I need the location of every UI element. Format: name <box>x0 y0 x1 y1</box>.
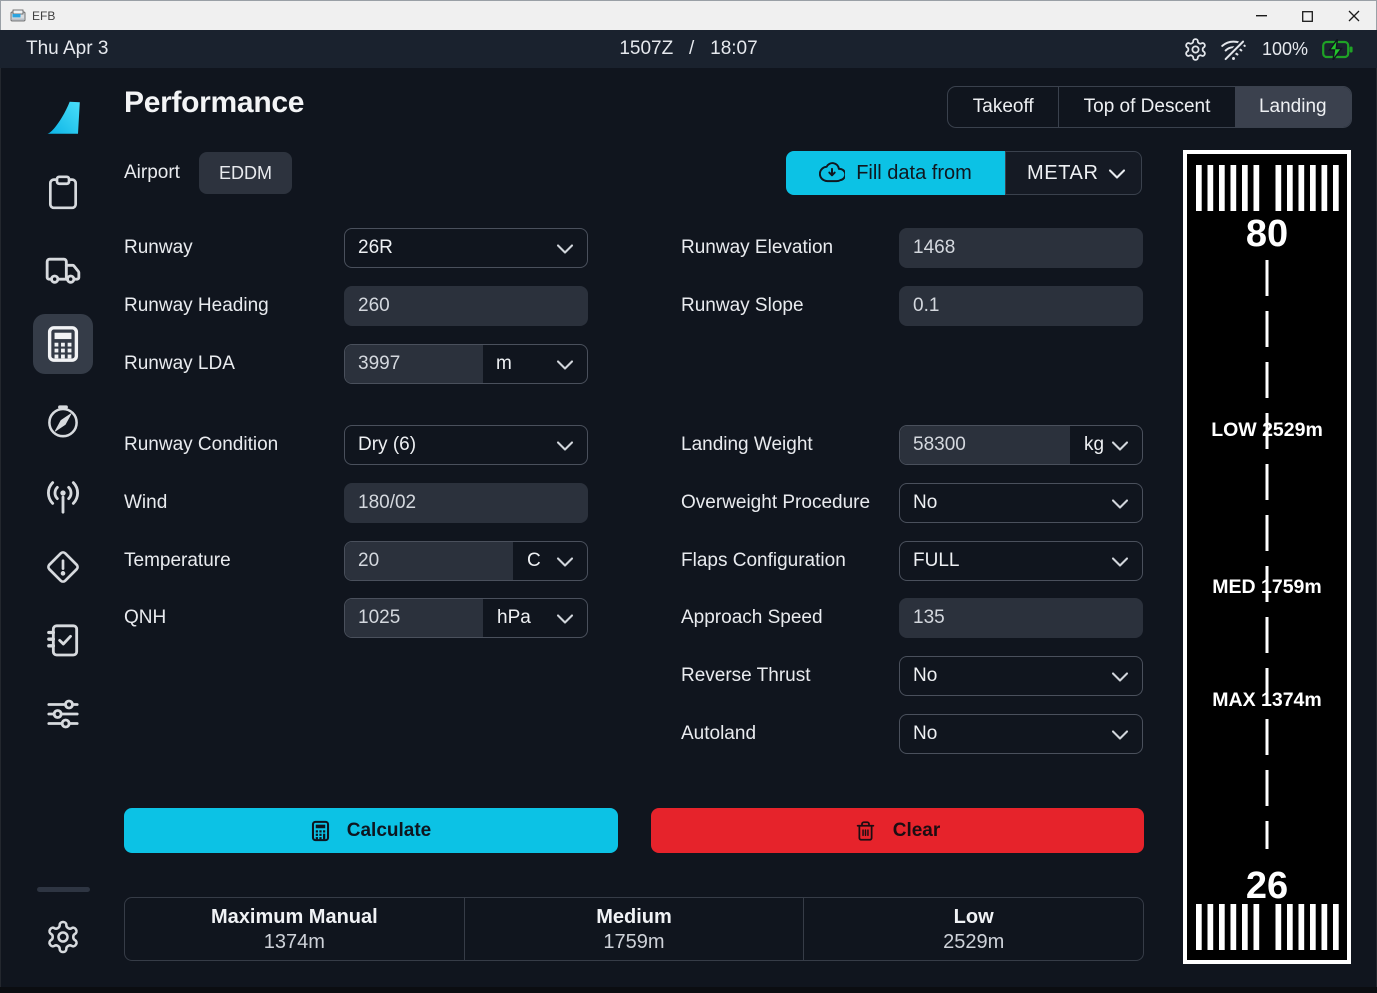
svg-text:MAX 1374m: MAX 1374m <box>1212 689 1321 711</box>
svg-text:26: 26 <box>1246 865 1288 907</box>
svg-text:80: 80 <box>1246 213 1288 255</box>
svg-text:LOW 2529m: LOW 2529m <box>1211 419 1323 441</box>
svg-text:MED 1759m: MED 1759m <box>1212 576 1321 598</box>
